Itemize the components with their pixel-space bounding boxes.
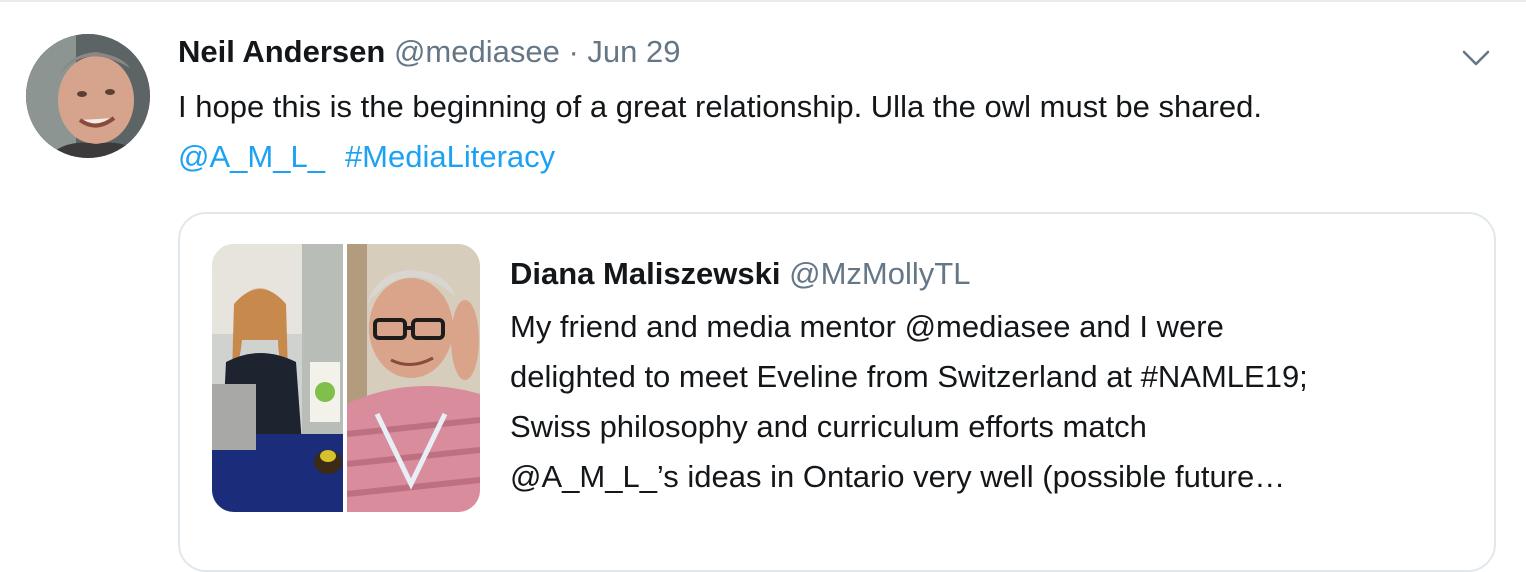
quoted-text-line: delighted to meet Eveline from Switzerla… [510,359,1308,394]
quoted-tweet[interactable]: Diana Maliszewski @MzMollyTL My friend a… [178,212,1496,572]
mention-link[interactable]: @A_M_L_ [178,139,325,174]
quoted-text-line: Swiss philosophy and curriculum efforts … [510,409,1147,444]
quoted-text-line: @A_M_L_’s ideas in Ontario very well (po… [510,459,1286,494]
avatar[interactable] [26,34,150,158]
tweet[interactable]: Neil Andersen @mediasee · Jun 29 I hope … [0,0,1526,572]
quoted-text-line: My friend and media mentor @mediasee and… [510,309,1224,344]
quoted-photo-1[interactable] [212,244,343,512]
quoted-header: Diana Maliszewski @MzMollyTL [510,252,970,296]
quoted-author-name[interactable]: Diana Maliszewski [510,256,781,291]
quoted-author-handle[interactable]: @MzMollyTL [789,256,970,291]
tweet-date[interactable]: Jun 29 [587,34,680,69]
tweet-header: Neil Andersen @mediasee · Jun 29 [178,30,680,74]
hashtag-link[interactable]: #MediaLiteracy [345,139,555,174]
author-name[interactable]: Neil Andersen [178,34,385,69]
quoted-photo-2[interactable] [347,244,480,512]
chevron-down-icon[interactable] [1458,40,1494,76]
tweet-text: I hope this is the beginning of a great … [178,82,1498,182]
author-handle[interactable]: @mediasee [394,34,560,69]
header-separator: · [568,34,579,69]
quoted-media[interactable] [212,244,480,512]
quoted-text: My friend and media mentor @mediasee and… [510,302,1470,502]
tweet-links: @A_M_L_ #MediaLiteracy [178,132,1498,182]
tweet-body: I hope this is the beginning of a great … [178,89,1262,124]
